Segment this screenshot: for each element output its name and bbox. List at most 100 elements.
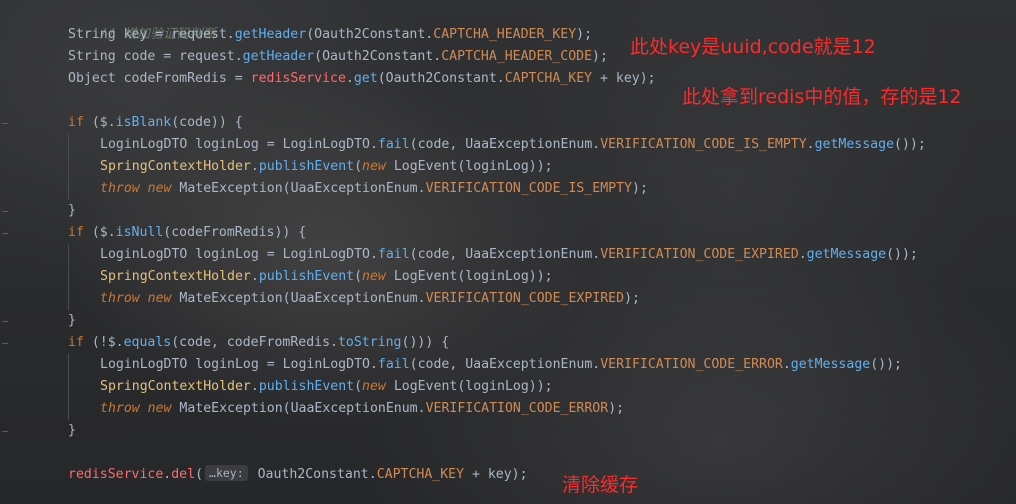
code-token: ( <box>354 159 363 174</box>
brace-token: } <box>68 203 76 218</box>
code-token: ( <box>354 269 363 284</box>
code-token: + key); <box>592 71 656 86</box>
keyword-token: throw <box>100 181 140 196</box>
code-line-log-empty[interactable]: LoginLogDTO loginLog = LoginLogDTO.fail(… <box>68 134 926 156</box>
code-token: . <box>345 71 354 86</box>
constant-token: VERIFICATION_CODE_EXPIRED <box>425 291 625 306</box>
code-line-code-decl[interactable]: String code = request.getHeader(Oauth2Co… <box>68 46 608 68</box>
code-line-publish-expired[interactable]: SpringContextHolder.publishEvent(new Log… <box>68 266 553 288</box>
code-editor[interactable]: // 增加验证码判断 String key = request.getHeade… <box>0 0 1016 504</box>
fold-marker[interactable] <box>2 123 8 124</box>
code-line-redis-del[interactable]: redisService.del(…key: Oauth2Constant.CA… <box>68 464 528 486</box>
code-token: ); <box>632 181 648 196</box>
method-token: getHeader <box>242 49 315 64</box>
code-token: (code, UaaExceptionEnum. <box>409 137 601 152</box>
method-token: get <box>353 71 378 86</box>
keyword-token: if <box>68 335 84 350</box>
code-token: + key); <box>464 467 528 482</box>
code-token: MateException(UaaExceptionEnum. <box>171 401 426 416</box>
keyword-token: new <box>362 379 386 394</box>
field-token: redisService <box>250 71 346 86</box>
code-token: Object codeFromRedis = <box>68 71 251 86</box>
code-line-publish-empty[interactable]: SpringContextHolder.publishEvent(new Log… <box>68 156 553 178</box>
code-line-comment[interactable]: // 增加验证码判断 <box>68 2 216 42</box>
method-token: isBlank <box>115 115 172 130</box>
keyword-token: new <box>147 291 172 306</box>
code-token: ()); <box>886 247 918 262</box>
code-token: ( <box>354 379 363 394</box>
code-token: (code, UaaExceptionEnum. <box>409 247 601 262</box>
constant-token: VERIFICATION_CODE_EXPIRED <box>600 247 799 262</box>
keyword-token: if <box>68 115 84 130</box>
code-token: ); <box>608 401 625 416</box>
keyword-token: throw <box>100 291 140 306</box>
code-token: MateException(UaaExceptionEnum. <box>171 181 426 196</box>
keyword-token: new <box>362 159 386 174</box>
annotation-key-note: 此处key是uuid,code就是12 <box>630 36 876 58</box>
parameter-hint: …key: <box>205 465 248 481</box>
code-token: (Oauth2Constant. <box>306 27 434 42</box>
fold-marker[interactable] <box>2 321 8 322</box>
annotation-clear-note: 清除缓存 <box>562 474 639 496</box>
fold-marker[interactable] <box>2 431 8 432</box>
code-line-redis-decl[interactable]: Object codeFromRedis = redisService.get(… <box>68 68 656 90</box>
code-token: ()); <box>894 137 926 152</box>
code-line-close[interactable]: } <box>68 200 76 222</box>
code-token: ($. <box>83 115 116 130</box>
method-token: getMessage <box>790 357 871 372</box>
code-token: ()); <box>870 357 902 372</box>
code-line-log-error[interactable]: LoginLogDTO loginLog = LoginLogDTO.fail (… <box>68 354 902 376</box>
code-token: ($. <box>83 225 116 240</box>
method-token: getHeader <box>234 27 307 42</box>
fold-marker[interactable] <box>2 211 8 212</box>
method-token: fail <box>377 137 410 152</box>
method-token: publishEvent <box>258 379 355 394</box>
code-token: (Oauth2Constant. <box>377 71 505 86</box>
method-token: del <box>171 467 196 482</box>
keyword-token: new <box>362 269 386 284</box>
code-token: (code)) { <box>171 115 243 130</box>
keyword-token: throw <box>100 401 140 416</box>
keyword-token: new <box>147 181 172 196</box>
code-token: LogEvent(loginLog)); <box>385 159 553 174</box>
code-token: String key = request. <box>68 27 235 42</box>
code-token: . <box>250 379 259 394</box>
code-line-throw-expired[interactable]: throw new MateException(UaaExceptionEnum… <box>68 288 640 310</box>
editor-gutter <box>0 0 36 504</box>
code-line-publish-error[interactable]: SpringContextHolder.publishEvent(new Log… <box>68 376 553 398</box>
brace-token: } <box>68 313 76 328</box>
code-token: LoginLogDTO loginLog = LoginLogDTO. <box>100 137 378 152</box>
fold-marker[interactable] <box>2 343 8 344</box>
code-token: String code = request. <box>68 49 243 64</box>
code-token: ); <box>624 291 640 306</box>
code-token: LogEvent(loginLog)); <box>385 269 553 284</box>
method-token: fail <box>377 247 410 262</box>
code-token: ())) { <box>401 335 450 350</box>
fold-marker[interactable] <box>2 233 8 234</box>
constant-token: VERIFICATION_CODE_ERROR <box>425 401 609 416</box>
code-line-close[interactable]: } <box>68 420 76 442</box>
code-line-if-equals[interactable]: if (!$.equals(code, codeFromRedis.toStri… <box>68 332 449 354</box>
code-token: (!$. <box>83 335 124 350</box>
class-token: SpringContextHolder <box>100 159 251 174</box>
code-line-close[interactable]: } <box>68 310 76 332</box>
code-token: LoginLogDTO loginLog = LoginLogDTO. <box>100 357 378 372</box>
code-token: ); <box>576 27 593 42</box>
code-line-log-expired[interactable]: LoginLogDTO loginLog = LoginLogDTO.fail(… <box>68 244 918 266</box>
constant-token: VERIFICATION_CODE_IS_EMPTY <box>600 137 807 152</box>
code-line-throw-error[interactable]: throw new MateException(UaaExceptionEnum… <box>68 398 624 420</box>
code-line-if-null[interactable]: if ($.isNull(codeFromRedis)) { <box>68 222 306 244</box>
code-line-throw-empty[interactable]: throw new MateException(UaaExceptionEnum… <box>68 178 648 200</box>
method-token: publishEvent <box>258 159 355 174</box>
constant-token: VERIFICATION_CODE_ERROR <box>600 357 783 372</box>
code-token: MateException(UaaExceptionEnum. <box>171 291 426 306</box>
code-token: . <box>250 159 259 174</box>
code-token: (code, codeFromRedis. <box>171 335 338 350</box>
code-token: ); <box>592 49 608 64</box>
code-token: LoginLogDTO loginLog = LoginLogDTO. <box>100 247 378 262</box>
constant-token: CAPTCHA_HEADER_CODE <box>441 49 593 64</box>
constant-token: VERIFICATION_CODE_IS_EMPTY <box>425 181 632 196</box>
method-token: fail <box>377 357 410 372</box>
code-line-key-decl[interactable]: String key = request.getHeader(Oauth2Con… <box>68 24 592 46</box>
code-line-if-blank[interactable]: if ($.isBlank(code)) { <box>68 112 243 134</box>
